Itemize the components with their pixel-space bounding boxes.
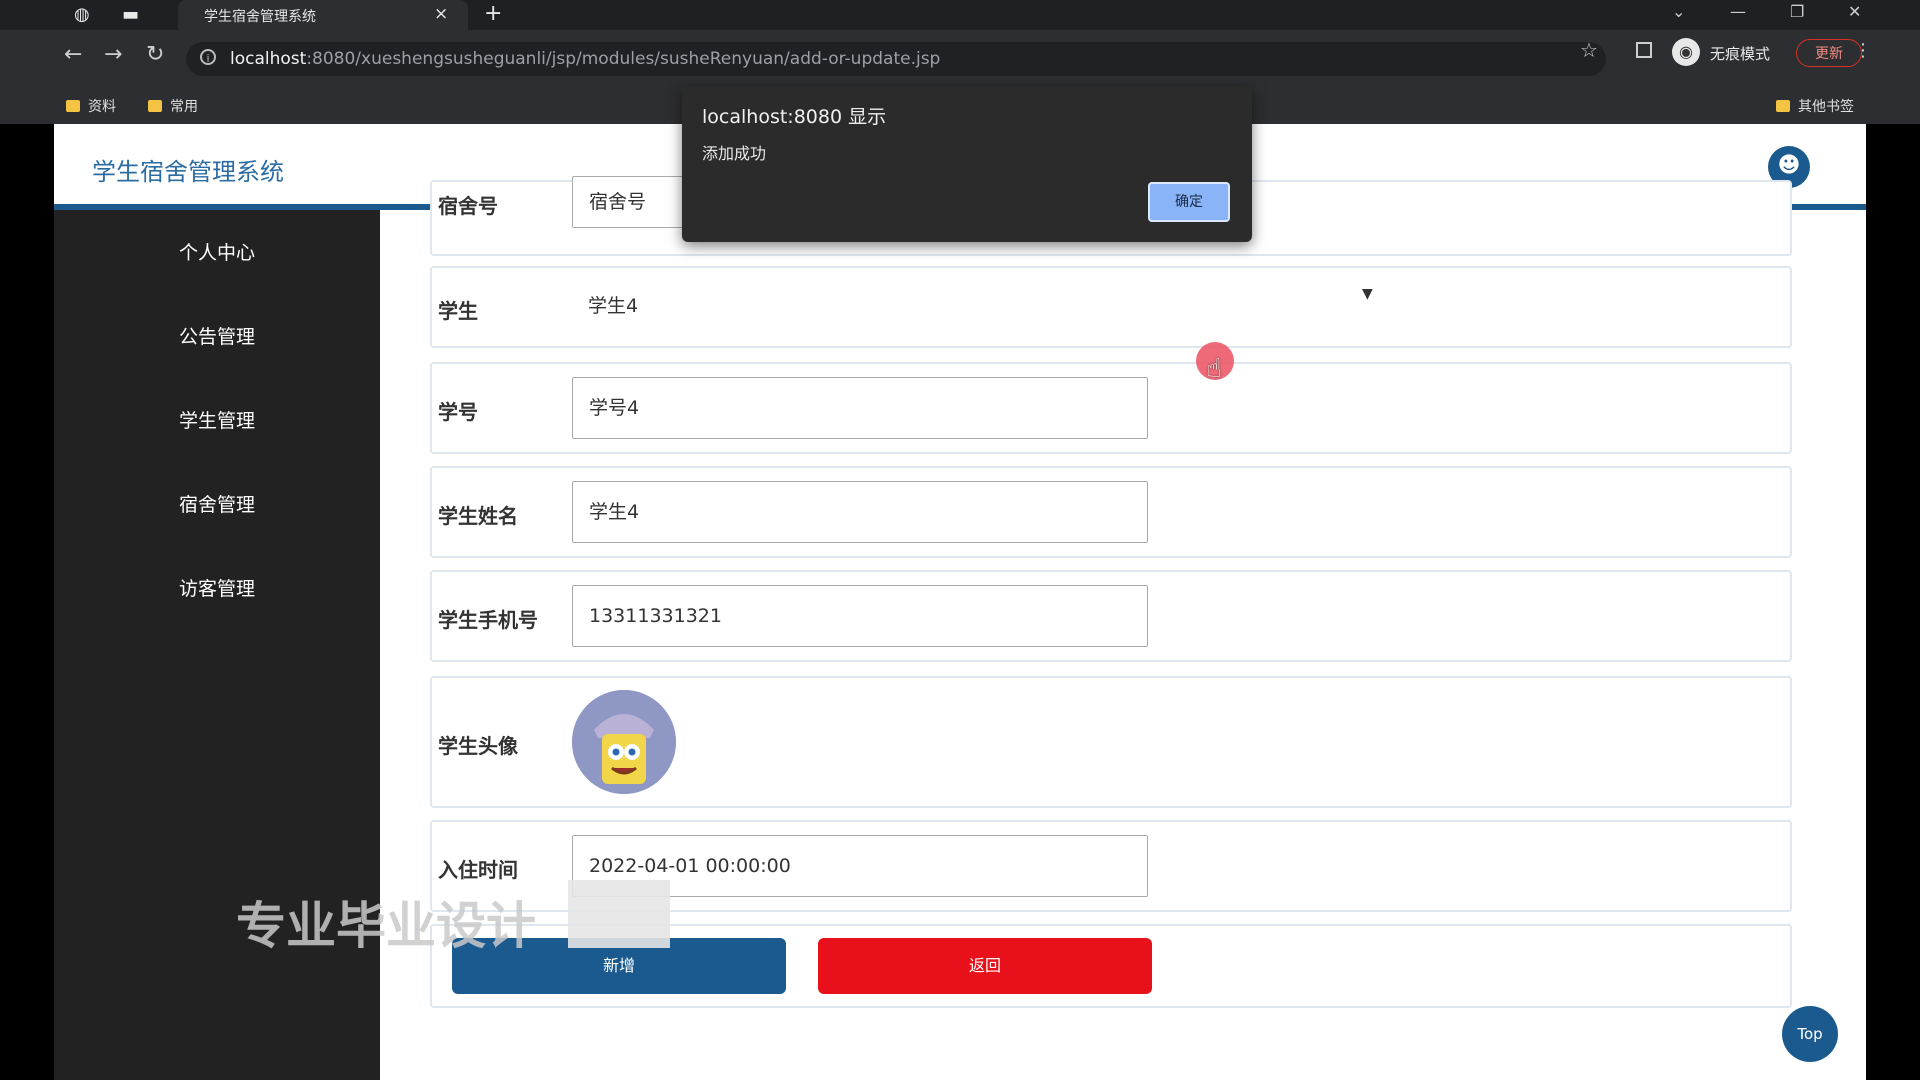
checkin-label: 入住时间 bbox=[438, 858, 518, 882]
form-row-student-no: 学号 学号4 bbox=[430, 362, 1792, 454]
address-bar[interactable]: i localhost:8080/xueshengsusheguanli/jsp… bbox=[186, 42, 1606, 76]
dropdown-arrow-icon[interactable]: ▼ bbox=[1362, 286, 1373, 302]
sidebar-item-dorms[interactable]: 宿舍管理 bbox=[54, 490, 380, 517]
name-label: 学生姓名 bbox=[438, 504, 518, 528]
forward-arrow-icon[interactable]: → bbox=[104, 42, 122, 67]
student-no-label: 学号 bbox=[438, 400, 478, 424]
hand-cursor-icon: ☝ bbox=[1206, 354, 1222, 384]
incognito-icon[interactable]: ◉ bbox=[1672, 38, 1700, 66]
minimize-icon[interactable]: — bbox=[1730, 2, 1746, 21]
student-no-input[interactable]: 学号4 bbox=[572, 377, 1148, 439]
watermark-text: 专业毕业设计 bbox=[236, 897, 536, 955]
dialog-ok-button[interactable]: 确定 bbox=[1148, 182, 1230, 222]
form-row-name: 学生姓名 学生4 bbox=[430, 466, 1792, 558]
back-button[interactable]: 返回 bbox=[818, 938, 1152, 994]
tab-title: 学生宿舍管理系统 bbox=[204, 9, 316, 25]
bookmark-folder-changyong[interactable]: 常用 bbox=[148, 96, 198, 116]
bookmark-folder-ziliao[interactable]: 资料 bbox=[66, 96, 116, 116]
restore-icon[interactable]: ❐ bbox=[1790, 2, 1804, 21]
avatar-label: 学生头像 bbox=[438, 734, 518, 758]
tab-list-chevron-icon[interactable]: ⌄ bbox=[1672, 2, 1685, 21]
browser-tab[interactable]: 学生宿舍管理系统 × bbox=[178, 0, 468, 30]
dialog-message: 添加成功 bbox=[702, 144, 767, 163]
close-window-icon[interactable]: ✕ bbox=[1848, 2, 1861, 21]
browser-tab-bar: ◍ ▬ 学生宿舍管理系统 × + ⌄ — ❐ ✕ bbox=[0, 0, 1920, 30]
tab-close-icon[interactable]: × bbox=[434, 4, 448, 24]
bookmark-star-icon[interactable]: ☆ bbox=[1580, 38, 1598, 62]
folder-icon bbox=[66, 100, 80, 112]
watermark-blur bbox=[568, 880, 670, 948]
dialog-title: localhost:8080 显示 bbox=[702, 106, 887, 128]
browser-toolbar: ← → ↻ i localhost:8080/xueshengsusheguan… bbox=[0, 30, 1920, 88]
sidebar-item-visitors[interactable]: 访客管理 bbox=[54, 574, 380, 601]
phone-label: 学生手机号 bbox=[438, 608, 538, 632]
bookmark-folder-other[interactable]: 其他书签 bbox=[1776, 96, 1854, 116]
new-tab-button[interactable]: + bbox=[484, 1, 502, 26]
phone-input[interactable]: 13311331321 bbox=[572, 585, 1148, 647]
reload-icon[interactable]: ↻ bbox=[146, 42, 164, 67]
url-text: localhost:8080/xueshengsusheguanli/jsp/m… bbox=[230, 49, 941, 69]
form-row-phone: 学生手机号 13311331321 bbox=[430, 570, 1792, 662]
form-row-avatar: 学生头像 bbox=[430, 676, 1792, 808]
student-label: 学生 bbox=[438, 299, 478, 323]
site-info-icon[interactable]: i bbox=[200, 49, 216, 65]
back-to-top-button[interactable]: Top bbox=[1782, 1006, 1838, 1062]
back-arrow-icon[interactable]: ← bbox=[64, 42, 82, 67]
alert-dialog: localhost:8080 显示 添加成功 确定 bbox=[682, 86, 1252, 242]
update-button[interactable]: 更新 bbox=[1796, 39, 1862, 67]
sidebar-item-personal-center[interactable]: 个人中心 bbox=[54, 238, 380, 265]
folder-icon bbox=[148, 100, 162, 112]
sidebar-item-announcements[interactable]: 公告管理 bbox=[54, 322, 380, 349]
incognito-label: 无痕模式 bbox=[1710, 45, 1771, 63]
tab-search-icon[interactable]: ▬ bbox=[122, 4, 139, 25]
side-panel-icon[interactable] bbox=[1636, 42, 1652, 58]
sidebar-item-students[interactable]: 学生管理 bbox=[54, 406, 380, 433]
name-input[interactable]: 学生4 bbox=[572, 481, 1148, 543]
site-title: 学生宿舍管理系统 bbox=[92, 158, 284, 186]
student-avatar-image[interactable] bbox=[572, 690, 676, 794]
dorm-label: 宿舍号 bbox=[438, 194, 498, 218]
browser-logo-icon[interactable]: ◍ bbox=[74, 4, 90, 25]
form-row-student: 学生 学生4 ▼ bbox=[430, 266, 1792, 348]
folder-icon bbox=[1776, 100, 1790, 112]
browser-menu-icon[interactable]: ⋮ bbox=[1854, 40, 1872, 61]
student-select[interactable]: 学生4 bbox=[572, 278, 1392, 334]
form-content: 宿舍号 宿舍号 学生 学生4 ▼ 学号 学号4 学生姓名 学生4 学生手机号 1… bbox=[380, 176, 1866, 1080]
